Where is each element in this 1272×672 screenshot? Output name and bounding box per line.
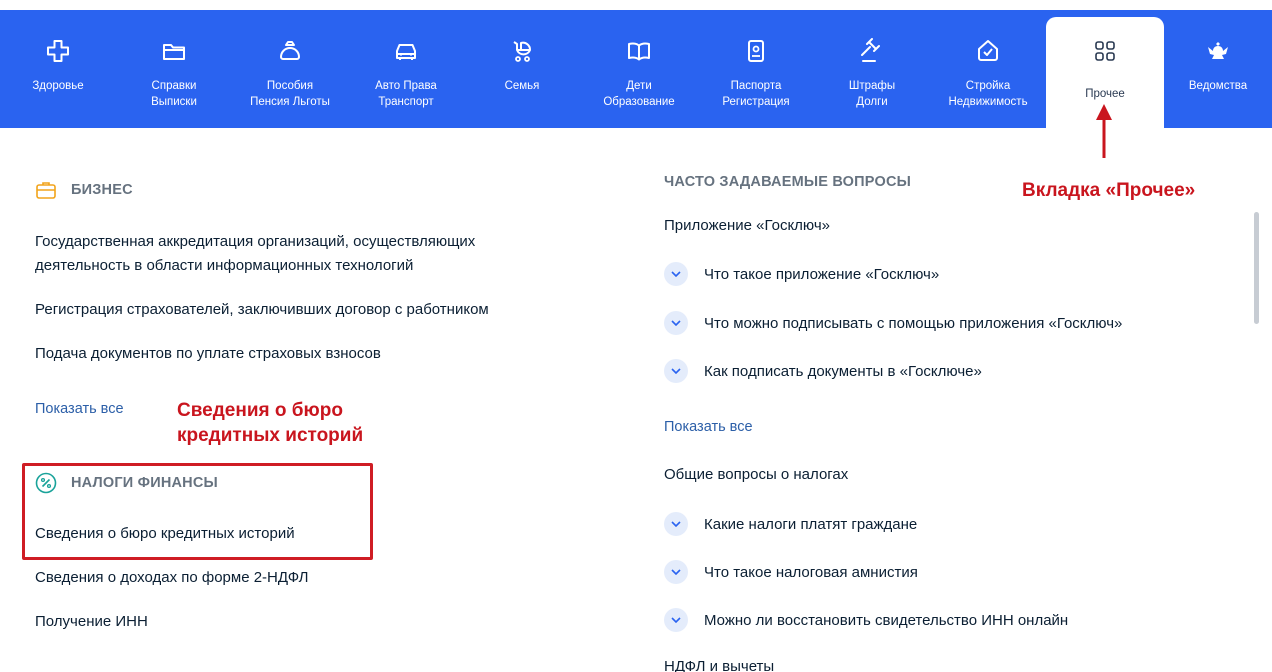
nav-item-label: Авто Права Транспорт — [375, 80, 437, 108]
faq-question[interactable]: Какие налоги платят граждане — [664, 512, 917, 536]
nav-item-label: Стройка Недвижимость — [948, 80, 1028, 108]
nav-item-certificates[interactable]: Справки Выписки — [116, 10, 232, 128]
faq-question[interactable]: Что такое приложение «Госключ» — [664, 262, 939, 286]
car-icon — [396, 44, 416, 60]
annotation-highlight-box — [22, 463, 373, 560]
nav-item-label: Справки Выписки — [151, 80, 197, 108]
nav-item-health[interactable]: Здоровье — [0, 10, 116, 128]
business-section-title: БИЗНЕС — [71, 182, 133, 198]
nav-item-fines[interactable]: Штрафы Долги — [814, 10, 930, 128]
stroller-icon — [513, 41, 531, 62]
faq-section-title: ЧАСТО ЗАДАВАЕМЫЕ ВОПРОСЫ — [664, 174, 912, 190]
service-link[interactable]: Государственная аккредитация организаций… — [35, 230, 555, 278]
faq-question[interactable]: Как подписать документы в «Госключе» — [664, 359, 982, 383]
chevron-down-icon — [664, 512, 688, 536]
nav-item-family[interactable]: Семья — [464, 10, 580, 128]
faq-group-title: НДФЛ и вычеты — [664, 658, 775, 672]
nav-item-label: Штрафы Долги — [848, 80, 896, 108]
service-link[interactable]: Получение ИНН — [35, 610, 555, 634]
nav-item-children[interactable]: Дети Образование — [580, 10, 698, 128]
faq-question-text: Что можно подписывать с помощью приложен… — [704, 314, 1123, 332]
nav-item-benefits[interactable]: Пособия Пенсия Льготы — [232, 10, 348, 128]
faq-question[interactable]: Что такое налоговая амнистия — [664, 560, 918, 584]
chevron-down-icon — [664, 311, 688, 335]
folder-icon — [163, 44, 185, 60]
faq-question[interactable]: Можно ли восстановить свидетельство ИНН … — [664, 608, 1068, 632]
service-link[interactable]: Подача документов по уплате страховых вз… — [35, 342, 555, 366]
house-check-icon — [978, 40, 998, 61]
nav-item-auto[interactable]: Авто Права Транспорт — [348, 10, 464, 128]
business-section-header: БИЗНЕС — [35, 179, 133, 201]
eagle-emblem-icon — [1208, 42, 1228, 59]
faq-question-text: Что такое приложение «Госключ» — [704, 265, 940, 283]
faq-question-text: Что такое налоговая амнистия — [704, 563, 918, 581]
chevron-down-icon — [664, 359, 688, 383]
top-category-nav: Здоровье Справки Выписки Пособия Пенсия … — [0, 10, 1272, 138]
scrollbar-thumb[interactable] — [1254, 212, 1259, 324]
business-show-all-link[interactable]: Показать все — [35, 401, 124, 417]
annotation-arrow-up-icon — [1096, 104, 1112, 158]
faq-question[interactable]: Что можно подписывать с помощью приложен… — [664, 311, 1122, 335]
faq-question-text: Можно ли восстановить свидетельство ИНН … — [704, 611, 1069, 629]
book-icon — [628, 42, 650, 61]
nav-item-agencies[interactable]: Ведомства — [1164, 10, 1272, 128]
nav-item-label: Прочее — [1085, 88, 1125, 100]
faq-question-text: Какие налоги платят граждане — [704, 515, 918, 533]
annotation-other-tab-label: Вкладка «Прочее» — [1022, 180, 1196, 201]
annotation-credit-bureau-label: Сведения о бюро кредитных историй — [177, 400, 364, 446]
passport-icon — [748, 40, 764, 62]
cross-health-icon — [47, 40, 69, 62]
nav-item-label: Паспорта Регистрация — [722, 80, 790, 108]
service-link[interactable]: Регистрация страхователей, заключивших д… — [35, 298, 555, 322]
nav-item-passports[interactable]: Паспорта Регистрация — [698, 10, 814, 128]
briefcase-icon — [36, 182, 56, 199]
chevron-down-icon — [664, 608, 688, 632]
nav-item-label: Здоровье — [32, 80, 84, 92]
nav-item-label: Пособия Пенсия Льготы — [250, 80, 330, 108]
chevron-down-icon — [664, 262, 688, 286]
chevron-down-icon — [664, 560, 688, 584]
faq-show-all-link[interactable]: Показать все — [664, 419, 753, 435]
faq-group-title: Приложение «Госключ» — [664, 217, 831, 234]
grid-icon — [1095, 41, 1115, 61]
nav-item-label: Дети Образование — [603, 80, 675, 108]
nav-item-label: Семья — [504, 80, 540, 92]
nav-item-construction[interactable]: Стройка Недвижимость — [930, 10, 1046, 128]
faq-group-title: Общие вопросы о налогах — [664, 466, 849, 483]
gavel-icon — [861, 38, 880, 62]
nav-item-label: Ведомства — [1188, 80, 1248, 92]
faq-question-text: Как подписать документы в «Госключе» — [704, 362, 982, 380]
wallet-icon — [280, 41, 300, 60]
service-link[interactable]: Сведения о доходах по форме 2-НДФЛ — [35, 566, 555, 590]
